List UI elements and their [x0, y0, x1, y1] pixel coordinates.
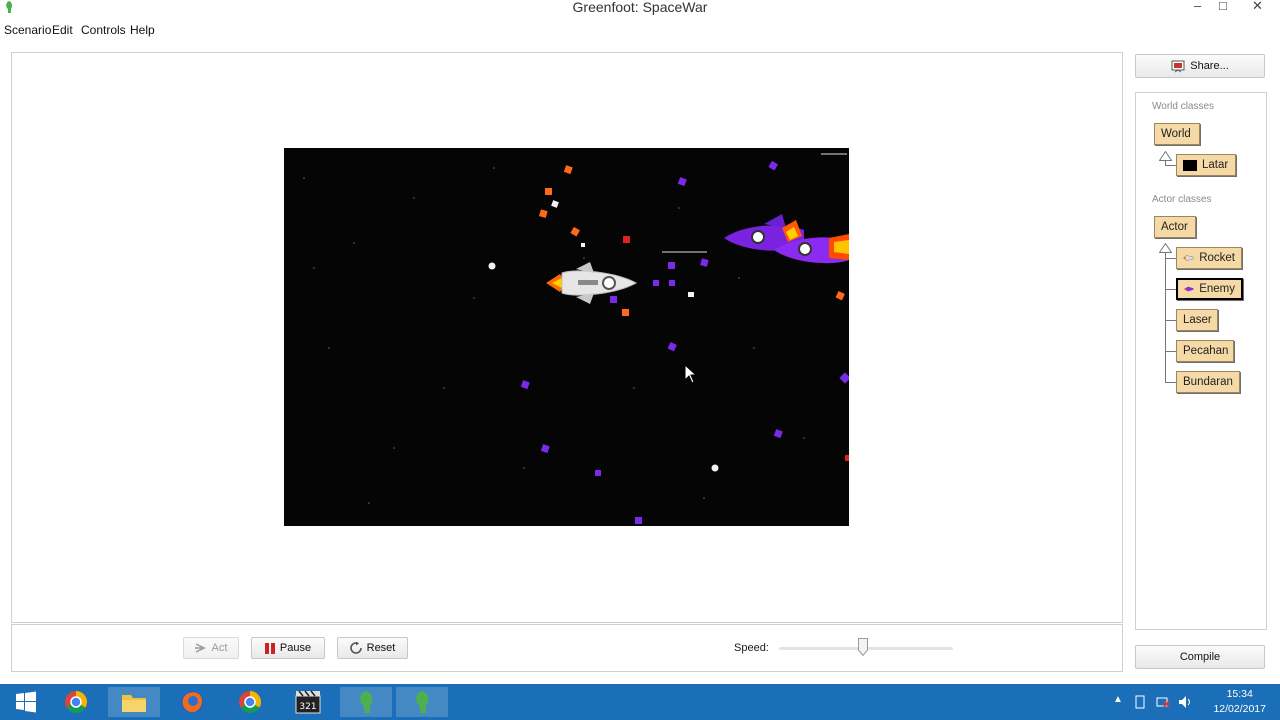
latar-thumbnail-icon: [1183, 159, 1197, 171]
reset-button[interactable]: Reset: [337, 637, 408, 659]
rocket-thumbnail-icon: [1183, 255, 1194, 261]
svg-text:321: 321: [299, 702, 316, 712]
taskbar-chrome[interactable]: [50, 687, 102, 717]
class-laser[interactable]: Laser: [1176, 309, 1218, 331]
pause-button-label: Pause: [279, 642, 312, 654]
taskbar: 321 ▲ 15:34 12/02/2017: [0, 684, 1280, 720]
class-bundaran-label: Bundaran: [1183, 376, 1233, 388]
minimize-button[interactable]: –: [1194, 0, 1201, 13]
class-world[interactable]: World: [1154, 123, 1200, 145]
class-world-label: World: [1161, 128, 1191, 140]
class-actor-label: Actor: [1161, 221, 1188, 233]
tray-expand-icon[interactable]: ▲: [1113, 694, 1123, 705]
reset-button-label: Reset: [366, 642, 396, 654]
start-button[interactable]: [0, 687, 52, 717]
tree-connector: [1165, 382, 1176, 383]
starfield: [303, 167, 805, 504]
control-bar: [11, 624, 1123, 672]
speed-slider-thumb[interactable]: [857, 638, 868, 656]
clock-date: 12/02/2017: [1213, 703, 1266, 715]
tablet-mode-icon[interactable]: [1134, 695, 1146, 709]
network-icon[interactable]: [1156, 695, 1170, 709]
actor-classes-label: Actor classes: [1152, 194, 1212, 205]
class-laser-label: Laser: [1183, 314, 1212, 326]
taskbar-firefox[interactable]: [166, 687, 218, 717]
taskbar-media-player[interactable]: 321: [282, 687, 334, 717]
mouse-cursor-icon: [684, 364, 698, 384]
pecahan-debris: [520, 160, 849, 524]
rocket-sprite: [546, 262, 638, 304]
tree-connector: [1165, 289, 1176, 290]
pause-icon: [264, 642, 275, 654]
clock-time: 15:34: [1226, 688, 1253, 700]
tree-connector: [1165, 351, 1176, 352]
class-actor[interactable]: Actor: [1154, 216, 1196, 238]
compile-button-label: Compile: [1179, 651, 1221, 663]
enemy-thumbnail-icon: [1184, 286, 1194, 292]
greenfoot-icon: [360, 691, 373, 713]
inheritance-arrow-icon: [1159, 151, 1172, 161]
world-canvas[interactable]: [284, 148, 849, 526]
volume-icon[interactable]: [1178, 695, 1192, 709]
menu-controls[interactable]: Controls: [81, 23, 126, 37]
tree-connector: [1165, 320, 1176, 321]
class-rocket[interactable]: Rocket: [1176, 247, 1242, 269]
menu-help[interactable]: Help: [130, 23, 155, 37]
menu-edit[interactable]: Edit: [52, 23, 73, 37]
share-button-label: Share...: [1190, 60, 1229, 72]
reset-icon: [349, 642, 362, 654]
compile-button[interactable]: Compile: [1135, 645, 1265, 669]
menu-scenario[interactable]: Scenario: [4, 23, 51, 37]
class-pecahan[interactable]: Pecahan: [1176, 340, 1234, 362]
window-title: Greenfoot: SpaceWar: [572, 0, 708, 15]
taskbar-greenfoot-2[interactable]: [396, 687, 448, 717]
pause-button[interactable]: Pause: [251, 637, 325, 659]
tree-connector: [1165, 258, 1176, 259]
greenfoot-icon-2: [416, 691, 429, 713]
maximize-button[interactable]: □: [1219, 0, 1227, 13]
share-icon: [1171, 60, 1185, 73]
rock-debris: [488, 200, 719, 472]
act-icon: [194, 643, 206, 653]
class-pecahan-label: Pecahan: [1183, 345, 1229, 357]
chrome-icon: [65, 691, 87, 713]
speed-label: Speed:: [734, 642, 769, 654]
act-button-label: Act: [211, 642, 228, 654]
taskbar-file-explorer[interactable]: [108, 687, 160, 717]
world-classes-label: World classes: [1152, 101, 1215, 112]
chrome-alt-icon: [239, 691, 261, 713]
file-explorer-icon: [122, 695, 146, 712]
class-latar[interactable]: Latar: [1176, 154, 1236, 176]
tree-connector: [1165, 252, 1166, 382]
taskbar-clock[interactable]: 15:34 12/02/2017: [1213, 687, 1266, 717]
class-bundaran[interactable]: Bundaran: [1176, 371, 1240, 393]
taskbar-chrome-alt[interactable]: [224, 687, 276, 717]
media-player-icon: 321: [295, 690, 321, 714]
share-button[interactable]: Share...: [1135, 54, 1265, 78]
class-latar-label: Latar: [1202, 159, 1229, 171]
class-enemy-label: Enemy: [1199, 283, 1235, 295]
firefox-icon: [181, 691, 203, 713]
title-bar: Greenfoot: SpaceWar – □ ✕: [0, 0, 1280, 15]
close-button[interactable]: ✕: [1252, 0, 1263, 14]
menu-bar: Scenario Edit Controls Help: [0, 22, 1280, 40]
act-button[interactable]: Act: [183, 637, 239, 659]
start-icon: [16, 691, 36, 713]
class-rocket-label: Rocket: [1199, 252, 1235, 264]
tree-connector: [1165, 165, 1176, 166]
class-enemy[interactable]: Enemy: [1176, 278, 1243, 300]
explosion-debris-red: [623, 236, 849, 461]
taskbar-greenfoot[interactable]: [340, 687, 392, 717]
world-scene: [303, 153, 849, 524]
